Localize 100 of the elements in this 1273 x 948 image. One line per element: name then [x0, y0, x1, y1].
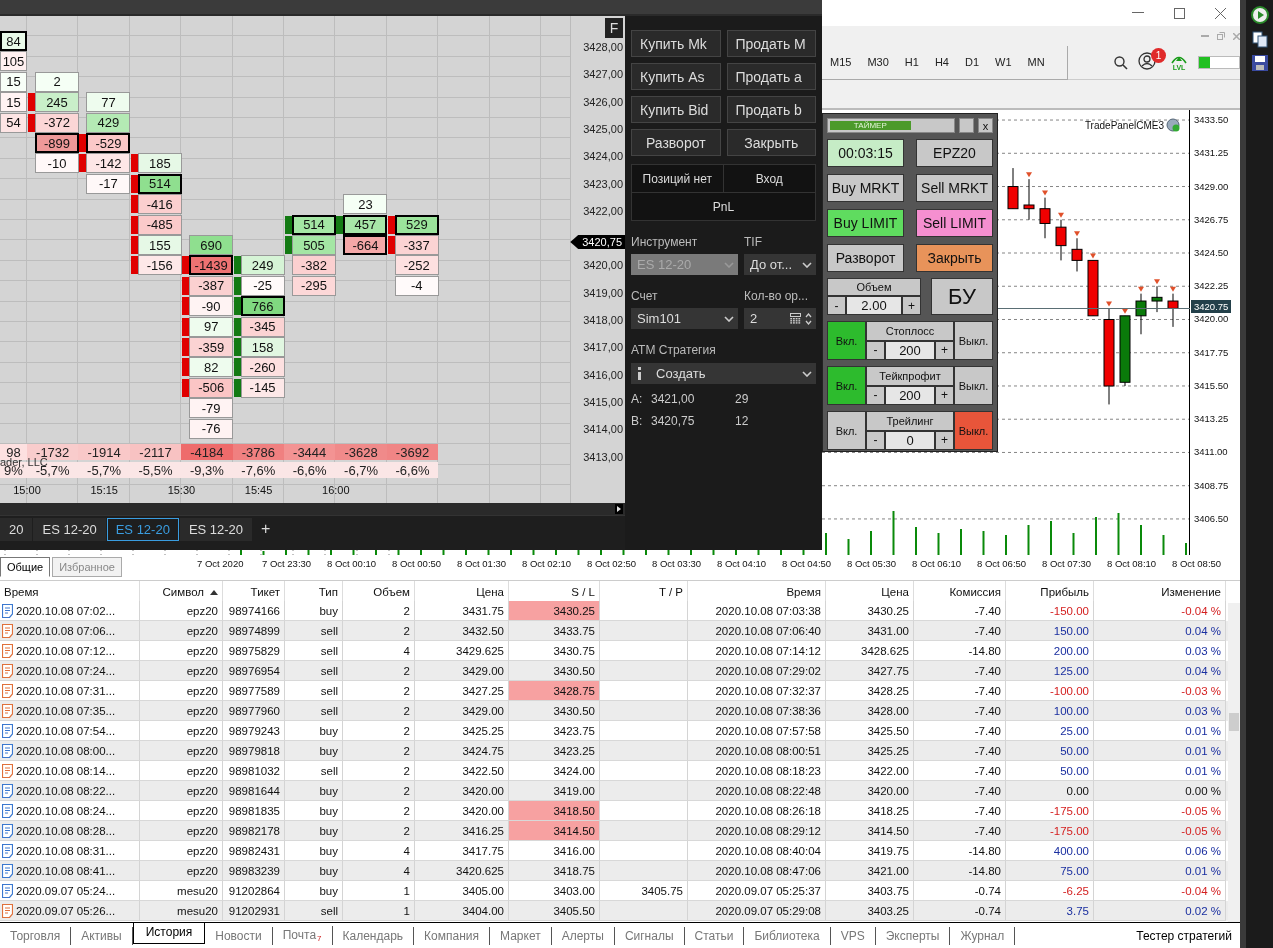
column-header[interactable]: Тикет	[250, 586, 280, 598]
price-label: 3431.25	[1194, 147, 1229, 159]
timeframe-button[interactable]: D1	[956, 56, 987, 68]
navigator-tab[interactable]: Общие	[0, 557, 51, 577]
column-header[interactable]: Время	[786, 586, 821, 598]
bottom-tab[interactable]: Сигналы	[614, 926, 685, 945]
calculator-icon[interactable]	[790, 313, 801, 324]
entry-label: Вход	[723, 165, 815, 193]
bottom-tab[interactable]: История	[132, 923, 206, 944]
points-field[interactable]: 200	[885, 385, 935, 405]
window-toggle-button[interactable]	[959, 118, 974, 133]
breakeven-button[interactable]: БУ	[931, 278, 993, 315]
order-button[interactable]: Купить Mk	[631, 30, 721, 57]
table-cell: 0.01 %	[1094, 741, 1226, 761]
trade-button[interactable]: Buy MRKT	[827, 174, 904, 202]
order-button[interactable]: Закрыть	[726, 129, 816, 156]
bottom-tab[interactable]: Журнал	[950, 926, 1016, 945]
table-cell: 98977960	[223, 701, 285, 721]
chart-tab[interactable]: 20	[0, 517, 33, 541]
scrollbar[interactable]	[1228, 603, 1240, 923]
column-header[interactable]: Время	[4, 586, 39, 598]
order-button[interactable]: Продать a	[726, 63, 816, 90]
decrease-button[interactable]: -	[827, 296, 846, 315]
increase-button[interactable]: +	[902, 296, 921, 315]
order-button[interactable]: Купить Bid	[631, 96, 721, 123]
delta-value: -2117	[129, 444, 182, 460]
enable-button[interactable]: Вкл.	[827, 411, 866, 450]
user-icon[interactable]	[1138, 51, 1156, 70]
minimize-icon[interactable]	[1132, 12, 1144, 14]
delta-value: -3628	[335, 444, 387, 460]
column-header[interactable]: Объем	[373, 586, 410, 598]
disable-button[interactable]: Выкл.	[954, 321, 993, 360]
panel-toggle-button[interactable]: F	[605, 18, 623, 38]
points-field[interactable]: 0	[885, 430, 935, 450]
column-header[interactable]: Тип	[318, 586, 338, 598]
enable-button[interactable]: Вкл.	[827, 321, 866, 360]
account-dropdown[interactable]: Sim101	[631, 308, 738, 329]
volume-field[interactable]: 2.00	[846, 296, 902, 315]
trade-button[interactable]: Закрыть	[916, 244, 993, 272]
chart-tab[interactable]: ES 12-20	[33, 517, 106, 541]
close-button[interactable]: x	[978, 118, 993, 133]
bottom-tab[interactable]: Календарь	[332, 926, 415, 945]
chart-tab[interactable]: ES 12-20	[179, 517, 253, 541]
column-header[interactable]: Прибыль	[1040, 586, 1089, 598]
column-header[interactable]: Изменение	[1161, 586, 1221, 598]
trade-button[interactable]: Разворот	[827, 244, 904, 272]
order-button[interactable]: Продать b	[726, 96, 816, 123]
column-header[interactable]: Цена	[476, 586, 504, 598]
scroll-arrow-icon[interactable]	[615, 504, 623, 514]
trade-button[interactable]: EPZ20	[916, 139, 993, 167]
spinner-arrows-icon[interactable]	[805, 312, 812, 325]
column-header[interactable]: Цена	[881, 586, 909, 598]
time-label: 8 Oct 02:50	[587, 558, 637, 569]
maximize-icon[interactable]	[1174, 7, 1185, 19]
points-field[interactable]: 200	[885, 340, 935, 360]
timeframe-button[interactable]: M30	[859, 56, 897, 68]
search-icon[interactable]	[1114, 55, 1128, 70]
trade-button[interactable]: Sell MRKT	[916, 174, 993, 202]
order-button[interactable]: Продать M	[726, 30, 816, 57]
trade-button[interactable]: Sell LIMIT	[916, 209, 993, 237]
timeframe-button[interactable]: M15	[822, 56, 860, 68]
tif-dropdown[interactable]: До от...	[744, 254, 816, 275]
column-header[interactable]: S / L	[571, 586, 595, 598]
copy-icon[interactable]	[1250, 30, 1269, 48]
column-header[interactable]: Комиссия	[949, 586, 1001, 598]
bottom-tab[interactable]: Библиотека	[744, 926, 831, 945]
column-header[interactable]: T / P	[658, 586, 683, 598]
table-cell: 3.75	[1006, 901, 1094, 921]
table-cell: 3420.625	[415, 861, 509, 881]
close-icon[interactable]	[1215, 7, 1226, 19]
timeframe-button[interactable]: H1	[896, 56, 927, 68]
table-cell: epz20	[140, 861, 223, 881]
trade-button[interactable]: Buy LIMIT	[827, 209, 904, 237]
quantity-field[interactable]: 2	[744, 308, 816, 329]
bottom-tab[interactable]: Статьи	[684, 926, 745, 945]
timeframe-button[interactable]: MN	[1019, 56, 1053, 68]
bottom-tab[interactable]: Компания	[414, 926, 490, 945]
disable-button[interactable]: Выкл.	[954, 366, 993, 405]
bottom-tab[interactable]: Маркет	[490, 926, 552, 945]
add-tab-button[interactable]: +	[253, 520, 279, 538]
bottom-tab[interactable]: Эксперты	[875, 926, 951, 945]
bottom-tab[interactable]: Новости	[205, 926, 273, 945]
timeframe-button[interactable]: W1	[987, 56, 1020, 68]
trade-button[interactable]: 00:03:15	[827, 139, 904, 167]
bottom-tab[interactable]: Торговля	[0, 926, 72, 945]
timeframe-button[interactable]: H4	[926, 56, 957, 68]
bottom-tab[interactable]: Активы	[71, 926, 133, 945]
column-header[interactable]: Символ	[162, 586, 204, 598]
chart-tab[interactable]: ES 12-20	[106, 517, 179, 541]
enable-button[interactable]: Вкл.	[827, 366, 866, 405]
strategy-tester-tab[interactable]: Тестер стратегий	[1130, 927, 1240, 944]
sort-ascending-icon[interactable]	[210, 589, 218, 595]
play-circle-icon[interactable]	[1250, 6, 1269, 24]
order-button[interactable]: Купить As	[631, 63, 721, 90]
bottom-tab[interactable]: VPS	[830, 926, 876, 945]
save-icon[interactable]	[1250, 54, 1269, 72]
order-button[interactable]: Разворот	[631, 129, 721, 156]
disable-button[interactable]: Выкл.	[954, 411, 993, 450]
bottom-tab[interactable]: Алерты	[551, 926, 615, 945]
atm-strategy-dropdown[interactable]: Создать	[631, 363, 816, 384]
